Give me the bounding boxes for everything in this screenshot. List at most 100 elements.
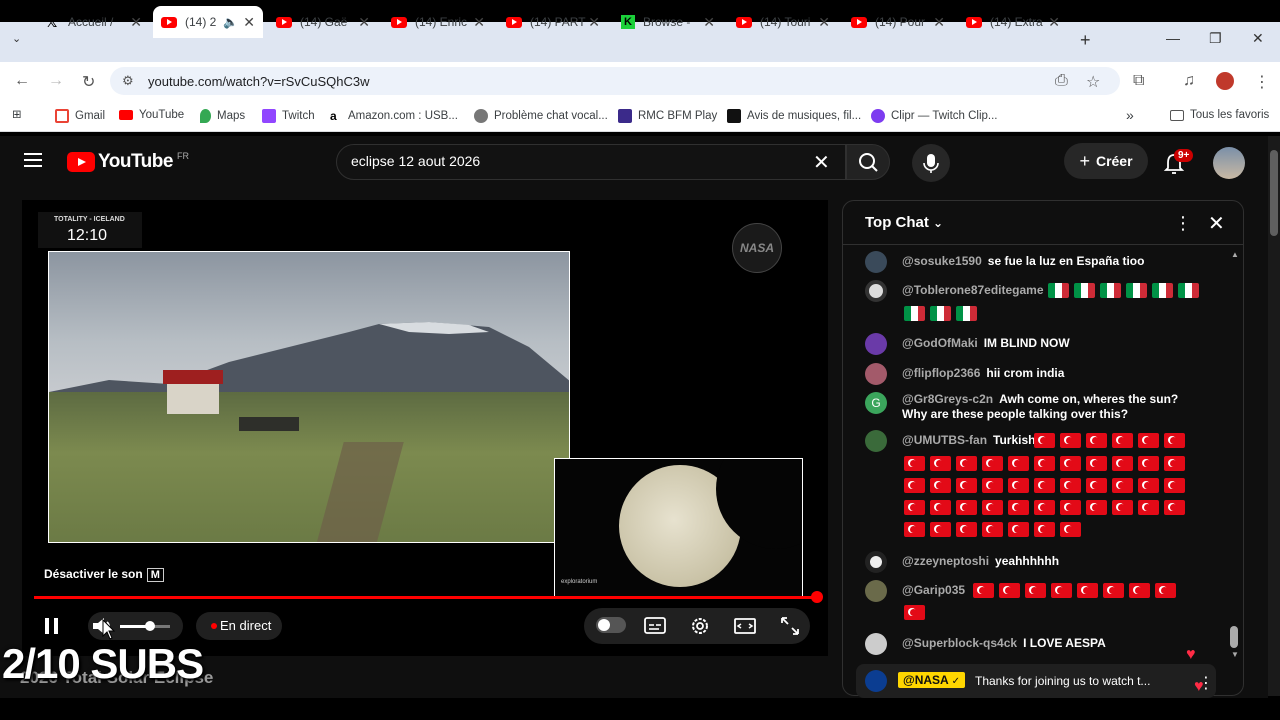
bookmark-probleme-chat[interactable]: Problème chat vocal... — [474, 109, 608, 123]
avatar[interactable] — [865, 251, 887, 273]
youtube-icon — [276, 16, 292, 28]
bookmark-clipr[interactable]: Clipr — Twitch Clip... — [871, 109, 998, 123]
tab-youtube-pour[interactable]: (14) Pour ✕ — [843, 6, 953, 38]
bookmark-gmail[interactable]: Gmail — [55, 109, 105, 123]
settings-gear-icon[interactable] — [688, 614, 712, 638]
tab-kick[interactable]: K Browse - ✕ — [613, 6, 723, 38]
site-info-icon[interactable]: ⚙ — [122, 73, 134, 89]
tab-youtube-partie[interactable]: (14) PART ✕ — [498, 6, 608, 38]
search-query-text[interactable]: eclipse 12 aout 2026 — [351, 153, 480, 169]
bookmark-avis[interactable]: Avis de musiques, fil... — [727, 109, 861, 123]
tab-x[interactable]: 𝕏 Accueil / ✕ — [38, 6, 150, 38]
chat-author[interactable]: @Garip035 — [902, 583, 965, 597]
restore-icon[interactable]: ❐ — [1209, 30, 1222, 47]
avatar[interactable] — [865, 280, 887, 302]
chat-author[interactable]: @Gr8Greys-c2n — [902, 392, 993, 406]
bookmark-rmc[interactable]: RMC BFM Play — [618, 109, 717, 123]
chat-author[interactable]: @GodOfMaki — [902, 336, 978, 350]
bookmark-maps[interactable]: Maps — [200, 109, 245, 123]
avatar[interactable]: G — [865, 392, 887, 414]
chat-author[interactable]: @Superblock-qs4ck — [902, 636, 1017, 650]
youtube-logo[interactable]: YouTube FR — [67, 151, 189, 173]
pinned-author-badge[interactable]: @NASA ✓ — [898, 672, 965, 688]
voice-search-button[interactable] — [912, 144, 950, 182]
forward-icon[interactable]: → — [48, 72, 64, 90]
chat-more-icon[interactable]: ⋮ — [1174, 213, 1192, 234]
subtitles-icon[interactable] — [643, 615, 667, 637]
apps-grid-icon[interactable]: ⊞ — [12, 107, 22, 121]
bookmark-twitch[interactable]: Twitch — [262, 109, 315, 123]
all-bookmarks[interactable]: Tous les favoris — [1170, 109, 1269, 121]
minimize-icon[interactable]: — — [1166, 30, 1180, 46]
bookmark-youtube[interactable]: YouTube — [119, 109, 184, 121]
close-tab-icon[interactable]: ✕ — [243, 14, 255, 31]
theater-mode-icon[interactable] — [733, 615, 757, 637]
avatar[interactable] — [865, 333, 887, 355]
create-button[interactable]: + Créer — [1064, 143, 1148, 179]
close-tab-icon[interactable]: ✕ — [358, 14, 370, 31]
chat-author[interactable]: @flipflop2366 — [902, 366, 980, 380]
close-tab-icon[interactable]: ✕ — [473, 14, 485, 31]
grass-field — [49, 392, 569, 542]
avatar[interactable] — [865, 551, 887, 573]
notification-count-badge: 9+ — [1174, 149, 1194, 162]
tab-title: (14) Extra — [990, 15, 1043, 29]
menu-icon[interactable] — [24, 153, 42, 171]
turkey-flag-icon — [930, 500, 951, 515]
chat-message: G @Gr8Greys-c2n Awh come on, wheres the s… — [865, 392, 1202, 422]
close-tab-icon[interactable]: ✕ — [703, 14, 715, 31]
volume-knob[interactable] — [145, 621, 155, 631]
close-tab-icon[interactable]: ✕ — [1048, 14, 1060, 31]
pause-button[interactable] — [42, 616, 62, 636]
close-tab-icon[interactable]: ✕ — [818, 14, 830, 31]
avatar[interactable] — [865, 430, 887, 452]
nasa-avatar[interactable] — [865, 670, 887, 692]
avatar[interactable] — [865, 363, 887, 385]
page-scroll-thumb[interactable] — [1270, 150, 1278, 236]
close-tab-icon[interactable]: ✕ — [588, 14, 600, 31]
tab-youtube-extra[interactable]: (14) Extra ✕ — [958, 6, 1068, 38]
bookmark-amazon[interactable]: a Amazon.com : USB... — [330, 109, 458, 123]
create-label: Créer — [1095, 153, 1133, 169]
progress-bar[interactable] — [34, 596, 817, 599]
tab-youtube-gael[interactable]: (14) Gaë ✕ — [268, 6, 378, 38]
speaker-icon[interactable]: 🔈 — [223, 15, 238, 29]
reload-icon[interactable]: ↻ — [82, 72, 95, 92]
chat-author[interactable]: @Toblerone87editegame — [902, 283, 1044, 297]
tab-youtube-tour[interactable]: (14) Touri ✕ — [728, 6, 838, 38]
chat-close-icon[interactable]: ✕ — [1208, 211, 1225, 236]
progress-scrubber[interactable] — [811, 591, 823, 603]
tab-search-chevron-icon[interactable]: ⌄ — [12, 32, 21, 45]
live-label: En direct — [220, 618, 272, 633]
avatar[interactable] — [865, 580, 887, 602]
clear-search-icon[interactable]: ✕ — [813, 150, 830, 175]
avatar[interactable] — [865, 633, 887, 655]
chat-scroll-down-icon[interactable]: ▼ — [1231, 650, 1239, 659]
chat-mode-selector[interactable]: Top Chat ⌄ — [865, 214, 943, 231]
back-icon[interactable]: ← — [14, 72, 30, 90]
close-window-icon[interactable]: ✕ — [1252, 30, 1264, 47]
close-tab-icon[interactable]: ✕ — [933, 14, 945, 31]
tab-active-youtube[interactable]: (14) 2 🔈 ✕ — [153, 6, 263, 38]
profile-avatar[interactable] — [1216, 72, 1234, 90]
chat-author[interactable]: @sosuke1590 — [902, 254, 982, 268]
new-tab-icon[interactable]: + — [1080, 30, 1091, 51]
url-text[interactable]: youtube.com/watch?v=rSvCuSQhC3w — [148, 74, 369, 89]
chat-author[interactable]: @zzeyneptoshi — [902, 554, 989, 568]
fullscreen-icon[interactable] — [779, 615, 801, 637]
account-avatar[interactable] — [1213, 147, 1245, 179]
media-controls-icon[interactable]: ♫ — [1183, 72, 1195, 90]
close-tab-icon[interactable]: ✕ — [130, 14, 142, 31]
install-app-icon[interactable]: ⎙ — [1055, 72, 1068, 90]
more-bookmarks-icon[interactable]: » — [1126, 107, 1134, 123]
chat-scroll-thumb[interactable] — [1230, 626, 1238, 648]
chrome-menu-icon[interactable]: ⋮ — [1254, 72, 1270, 92]
autoplay-toggle[interactable] — [596, 617, 626, 633]
chat-scroll-up-icon[interactable]: ▲ — [1231, 250, 1239, 259]
bookmark-star-icon[interactable]: ☆ — [1086, 72, 1100, 92]
chat-author[interactable]: @UMUTBS-fan — [902, 433, 987, 447]
search-button[interactable] — [846, 144, 890, 180]
tab-youtube-enrico[interactable]: (14) Enric ✕ — [383, 6, 493, 38]
extensions-icon[interactable]: ⧉ — [1133, 72, 1144, 90]
youtube-icon — [119, 110, 133, 120]
